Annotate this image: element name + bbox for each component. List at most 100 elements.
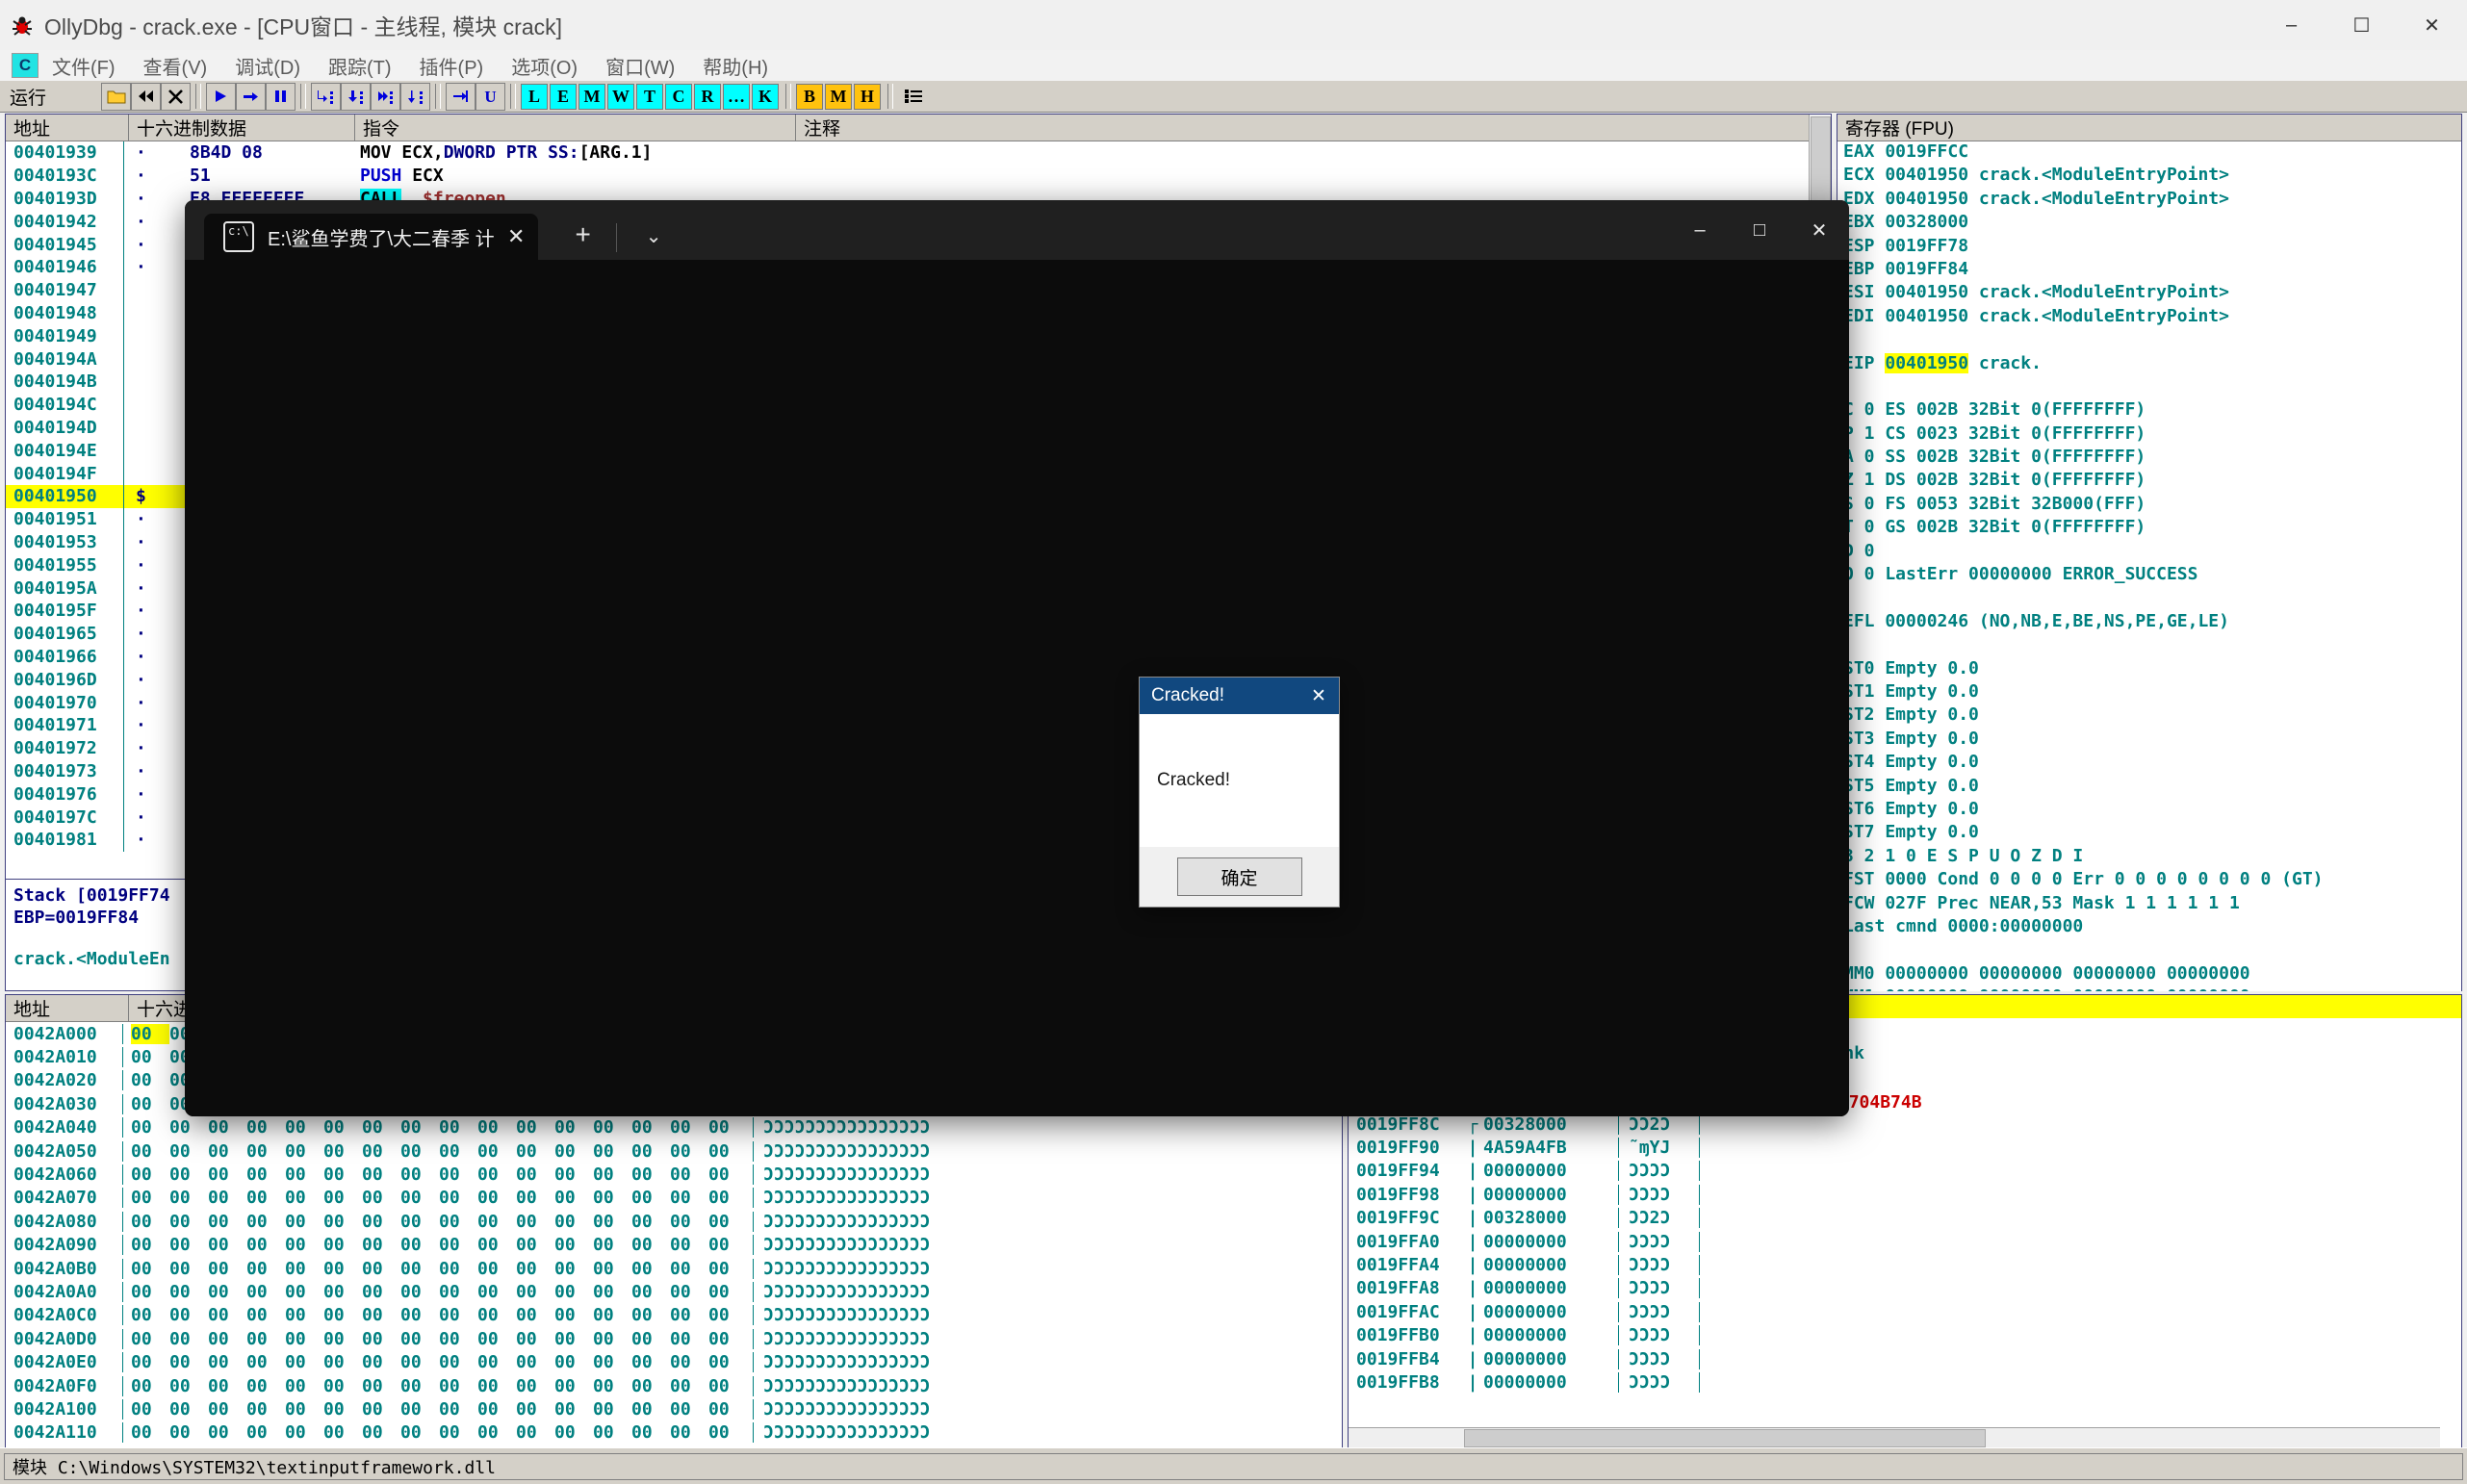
menu-item-help[interactable]: 帮助(H) bbox=[703, 52, 768, 80]
dump-row[interactable]: 0042A0B0 00 00 00 00 00 00 00 00 00 00 00 00 00 00 00 00… bbox=[6, 1257, 1342, 1280]
register-row[interactable]: FST 0000 Cond 0 0 0 0 Err 0 0 0 0 0 0 0 … bbox=[1843, 869, 2461, 892]
register-row[interactable]: EIP 00401950 crack. bbox=[1843, 352, 2461, 376]
register-row[interactable]: FCW 027F Prec NEAR,53 Mask 1 1 1 1 1 1 bbox=[1843, 893, 2461, 916]
menu-item-trace[interactable]: 跟踪(T) bbox=[328, 52, 392, 80]
stack-row[interactable]: 0019FFA0 | 00000000 ƆƆƆƆ bbox=[1349, 1230, 2461, 1253]
terminal-console-output[interactable] bbox=[185, 260, 1849, 1116]
windows-button[interactable]: T bbox=[636, 83, 663, 110]
register-row[interactable]: ST3 Empty 0.0 bbox=[1843, 729, 2461, 752]
minimize-button[interactable]: – bbox=[2256, 0, 2326, 50]
register-row[interactable]: EFL 00000246 (NO,NB,E,BE,NS,PE,GE,LE) bbox=[1843, 611, 2461, 634]
register-row[interactable]: EAX 0019FFCC bbox=[1843, 141, 2461, 165]
dump-row[interactable]: 0042A110 00 00 00 00 00 00 00 00 00 00 00 00 00 00 00 00… bbox=[6, 1421, 1342, 1445]
dump-column-header-address[interactable]: 地址 bbox=[6, 994, 129, 1022]
register-row[interactable] bbox=[1843, 634, 2461, 657]
column-header-address[interactable]: 地址 bbox=[6, 114, 129, 141]
menu-item-view[interactable]: 查看(V) bbox=[143, 52, 208, 80]
disassembly-row[interactable]: 0040193C · 51 PUSH ECX bbox=[6, 164, 1831, 188]
register-row[interactable]: ST6 Empty 0.0 bbox=[1843, 799, 2461, 822]
open-folder-icon[interactable] bbox=[101, 82, 131, 111]
registers-pane[interactable]: 寄存器 (FPU) EAX 0019FFCC ECX 00401950 crack… bbox=[1837, 114, 2462, 991]
terminal-window[interactable]: E:\鲨鱼学费了\大二春季 计算机 ✕ + ⌄ – □ ✕ bbox=[185, 200, 1849, 1116]
scrollbar-thumb[interactable] bbox=[1464, 1429, 1986, 1447]
dump-row[interactable]: 0042A0C0 00 00 00 00 00 00 00 00 00 00 00 00 00 00 00 00… bbox=[6, 1304, 1342, 1327]
animate-into-icon[interactable] bbox=[371, 82, 400, 111]
menu-item-window[interactable]: 窗口(W) bbox=[605, 52, 675, 80]
chevron-down-icon[interactable]: ⌄ bbox=[646, 224, 662, 248]
register-row[interactable]: C 0 ES 002B 32Bit 0(FFFFFFFF) bbox=[1843, 399, 2461, 422]
menu-item-options[interactable]: 选项(O) bbox=[511, 52, 578, 80]
cpu-window-icon[interactable]: C bbox=[12, 53, 39, 78]
dump-row[interactable]: 0042A080 00 00 00 00 00 00 00 00 00 00 00 00 00 00 00 00… bbox=[6, 1210, 1342, 1233]
register-row[interactable]: MM0 00000000 00000000 00000000 00000000 bbox=[1843, 963, 2461, 986]
register-row[interactable]: T 0 GS 002B 32Bit 0(FFFFFFFF) bbox=[1843, 517, 2461, 540]
register-row[interactable]: EDX 00401950 crack.<ModuleEntryPoint> bbox=[1843, 189, 2461, 212]
terminal-minimize-button[interactable]: – bbox=[1670, 200, 1730, 260]
register-row[interactable]: ECX 00401950 crack.<ModuleEntryPoint> bbox=[1843, 165, 2461, 188]
cpu-button[interactable]: C bbox=[665, 83, 692, 110]
stack-row[interactable]: 0019FFB8 | 00000000 ƆƆƆƆ bbox=[1349, 1370, 2461, 1394]
stack-row[interactable]: 0019FFA4 | 00000000 ƆƆƆƆ bbox=[1349, 1253, 2461, 1276]
register-row[interactable]: ST1 Empty 0.0 bbox=[1843, 681, 2461, 704]
step-into-icon[interactable] bbox=[311, 82, 341, 111]
close-icon[interactable]: ✕ bbox=[507, 224, 525, 249]
register-row[interactable]: EBP 0019FF84 bbox=[1843, 259, 2461, 282]
menu-item-plugins[interactable]: 插件(P) bbox=[420, 52, 484, 80]
close-program-icon[interactable] bbox=[161, 82, 191, 111]
dump-row[interactable]: 0042A100 00 00 00 00 00 00 00 00 00 00 00 00 00 00 00 00… bbox=[6, 1397, 1342, 1420]
menu-item-file[interactable]: 文件(F) bbox=[52, 52, 116, 80]
dump-row[interactable]: 0042A060 00 00 00 00 00 00 00 00 00 00 00 00 00 00 00 00… bbox=[6, 1163, 1342, 1186]
register-row[interactable]: 3 2 1 0 E S P U O Z D I bbox=[1843, 846, 2461, 869]
new-tab-icon[interactable]: + bbox=[575, 219, 590, 250]
dump-row[interactable]: 0042A050 00 00 00 00 00 00 00 00 00 00 00 00 00 00 00 00… bbox=[6, 1139, 1342, 1163]
dump-row[interactable]: 0042A040 00 00 00 00 00 00 00 00 00 00 00 00 00 00 00 00… bbox=[6, 1116, 1342, 1139]
register-row[interactable]: ST7 Empty 0.0 bbox=[1843, 822, 2461, 845]
stack-row[interactable]: 0019FFB0 | 00000000 ƆƆƆƆ bbox=[1349, 1323, 2461, 1346]
register-row[interactable]: Last cmnd 0000:00000000 bbox=[1843, 916, 2461, 939]
stack-row[interactable]: 0019FFA8 | 00000000 ƆƆƆƆ bbox=[1349, 1277, 2461, 1300]
terminal-maximize-button[interactable]: □ bbox=[1730, 200, 1789, 260]
register-row[interactable]: ST4 Empty 0.0 bbox=[1843, 752, 2461, 775]
dump-row[interactable]: 0042A0F0 00 00 00 00 00 00 00 00 00 00 00 00 00 00 00 00… bbox=[6, 1374, 1342, 1397]
register-row[interactable]: S 0 FS 0053 32Bit 32B000(FFF) bbox=[1843, 494, 2461, 517]
register-row[interactable]: A 0 SS 002B 32Bit 0(FFFFFFFF) bbox=[1843, 447, 2461, 470]
cracked-dialog[interactable]: Cracked! ✕ Cracked! 确定 bbox=[1139, 677, 1340, 908]
register-row[interactable]: EDI 00401950 crack.<ModuleEntryPoint> bbox=[1843, 306, 2461, 329]
run-icon[interactable] bbox=[206, 82, 236, 111]
register-row[interactable]: MM1 00000000 00000000 00000000 00000000 bbox=[1843, 986, 2461, 991]
stack-horizontal-scrollbar[interactable] bbox=[1349, 1427, 2440, 1447]
memory-breakpoints-button[interactable]: M bbox=[825, 83, 852, 110]
dump-row[interactable]: 0042A070 00 00 00 00 00 00 00 00 00 00 00 00 00 00 00 00… bbox=[6, 1187, 1342, 1210]
dump-row[interactable]: 0042A0E0 00 00 00 00 00 00 00 00 00 00 00 00 00 00 00 00… bbox=[6, 1350, 1342, 1373]
animate-over-icon[interactable] bbox=[400, 82, 430, 111]
register-row[interactable]: D 0 bbox=[1843, 541, 2461, 564]
register-row[interactable]: P 1 CS 0023 32Bit 0(FFFFFFFF) bbox=[1843, 423, 2461, 447]
stack-row[interactable]: 0019FF9C | 00328000 ƆƆ2Ɔ bbox=[1349, 1207, 2461, 1230]
step-icon[interactable] bbox=[236, 82, 266, 111]
log-window-button[interactable]: L bbox=[521, 83, 548, 110]
executable-modules-button[interactable]: E bbox=[550, 83, 577, 110]
close-button[interactable]: ✕ bbox=[2397, 0, 2467, 50]
threads-button[interactable]: W bbox=[607, 83, 634, 110]
register-row[interactable]: O 0 LastErr 00000000 ERROR_SUCCESS bbox=[1843, 564, 2461, 587]
stack-row[interactable]: 0019FFAC | 00000000 ƆƆƆƆ bbox=[1349, 1300, 2461, 1323]
stack-row[interactable]: 0019FF98 | 00000000 ƆƆƆƆ bbox=[1349, 1183, 2461, 1206]
stack-row[interactable]: 0019FF90 | 4A59A4FB ˜ɱYJ bbox=[1349, 1136, 2461, 1159]
register-row[interactable]: ESI 00401950 crack.<ModuleEntryPoint> bbox=[1843, 282, 2461, 305]
register-row[interactable]: ESP 0019FF78 bbox=[1843, 236, 2461, 259]
register-row[interactable] bbox=[1843, 939, 2461, 962]
registers-rows[interactable]: EAX 0019FFCC ECX 00401950 crack.<ModuleEn… bbox=[1837, 141, 2461, 991]
register-row[interactable]: Z 1 DS 002B 32Bit 0(FFFFFFFF) bbox=[1843, 470, 2461, 493]
run-trace-button[interactable]: R bbox=[694, 83, 721, 110]
memory-map-button[interactable]: M bbox=[578, 83, 605, 110]
register-row[interactable]: ST5 Empty 0.0 bbox=[1843, 776, 2461, 799]
options-list-icon[interactable] bbox=[898, 83, 928, 111]
register-row[interactable] bbox=[1843, 587, 2461, 610]
dump-row[interactable]: 0042A090 00 00 00 00 00 00 00 00 00 00 00 00 00 00 00 00… bbox=[6, 1234, 1342, 1257]
pause-icon[interactable] bbox=[266, 82, 296, 111]
column-header-comment[interactable]: 注释 bbox=[796, 115, 1831, 141]
execute-till-return-icon[interactable] bbox=[446, 82, 475, 111]
more-button[interactable]: … bbox=[723, 83, 750, 110]
dump-row[interactable]: 0042A0D0 00 00 00 00 00 00 00 00 00 00 00 00 00 00 00 00… bbox=[6, 1327, 1342, 1350]
hardware-breakpoints-button[interactable]: H bbox=[854, 83, 881, 110]
